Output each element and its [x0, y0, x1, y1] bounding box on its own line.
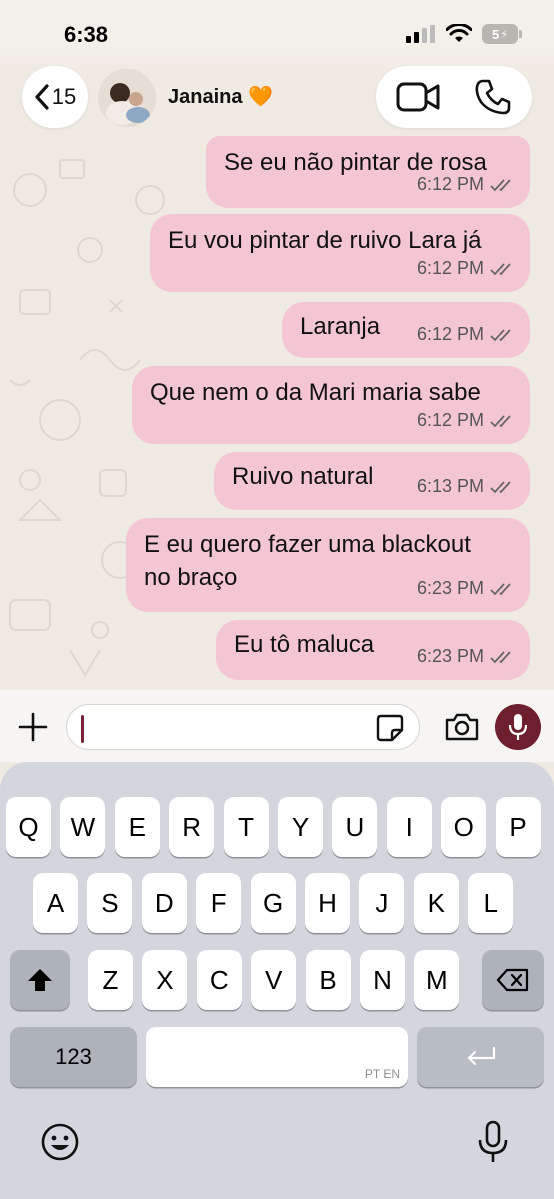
message-meta: 6:12 PM: [417, 252, 516, 285]
status-bar: 6:38 5 ⚡: [0, 0, 554, 70]
key-c[interactable]: C: [196, 950, 242, 1010]
chat-header: 15 Janaina 🧡: [0, 66, 554, 132]
key-g[interactable]: G: [250, 873, 296, 933]
battery-icon: 5 ⚡: [482, 24, 522, 44]
double-check-icon: [490, 328, 511, 341]
message-time: 6:12 PM: [416, 410, 484, 430]
contact-avatar[interactable]: [98, 69, 156, 127]
double-check-icon: [490, 262, 511, 275]
key-q[interactable]: Q: [6, 797, 51, 857]
message-bubble[interactable]: Eu tô maluca 6:23 PM: [216, 620, 530, 680]
video-camera-icon[interactable]: [396, 80, 440, 114]
message-time: 6:23 PM: [416, 578, 484, 598]
emoji-icon[interactable]: [40, 1122, 80, 1162]
delete-key[interactable]: [482, 950, 544, 1010]
numbers-key[interactable]: 123: [10, 1027, 137, 1087]
message-time: 6:23 PM: [416, 646, 484, 666]
double-check-icon: [490, 178, 511, 191]
key-x[interactable]: X: [142, 950, 188, 1010]
message-meta: 6:23 PM: [417, 572, 516, 605]
keyboard-language-label: PT EN: [364, 1067, 400, 1081]
charging-bolt-icon: ⚡: [500, 28, 508, 41]
message-bubble[interactable]: E eu quero fazer uma blackout no braço 6…: [126, 518, 530, 612]
key-r[interactable]: R: [169, 797, 215, 857]
double-check-icon: [490, 480, 511, 493]
key-t[interactable]: T: [223, 797, 269, 857]
key-u[interactable]: U: [332, 797, 378, 857]
call-actions: [376, 66, 532, 128]
shift-key[interactable]: [10, 950, 70, 1010]
message-bubble[interactable]: Que nem o da Mari maria sabe 6:12 PM: [132, 366, 530, 444]
key-i[interactable]: I: [386, 797, 432, 857]
message-time: 6:12 PM: [416, 174, 484, 194]
key-s[interactable]: S: [87, 873, 133, 933]
back-button[interactable]: 15: [22, 66, 88, 128]
message-time: 6:12 PM: [416, 258, 484, 278]
key-n[interactable]: N: [360, 950, 405, 1010]
key-k[interactable]: K: [413, 873, 459, 933]
return-key[interactable]: [417, 1027, 544, 1087]
message-bubble[interactable]: Laranja 6:12 PM: [282, 302, 530, 358]
message-meta: 6:12 PM: [417, 318, 516, 351]
microphone-icon: [508, 714, 528, 740]
message-time: 6:12 PM: [416, 324, 484, 344]
message-bubble[interactable]: Ruivo natural 6:13 PM: [214, 452, 530, 510]
return-arrow-icon: [467, 1046, 495, 1066]
double-check-icon: [490, 582, 511, 595]
key-h[interactable]: H: [305, 873, 350, 933]
unread-count: 15: [51, 84, 77, 109]
phone-icon[interactable]: [474, 78, 512, 116]
battery-level: 5: [492, 26, 500, 42]
key-z[interactable]: Z: [88, 950, 133, 1010]
wifi-icon: [446, 24, 472, 42]
cellular-signal-icon: [406, 25, 435, 43]
key-f[interactable]: F: [196, 873, 242, 933]
key-p[interactable]: P: [495, 797, 541, 857]
keyboard: 123 PT EN QWERTYUIOP ASDFGHJKL ZXCVBNM: [0, 762, 554, 1199]
message-time: 6:13 PM: [416, 476, 484, 496]
dictation-icon[interactable]: [476, 1120, 510, 1164]
message-meta: 6:12 PM: [417, 168, 516, 201]
double-check-icon: [490, 650, 511, 663]
avatar-photo: [98, 69, 156, 127]
message-bubble[interactable]: Se eu não pintar de rosa 6:12 PM: [206, 136, 530, 208]
camera-icon[interactable]: [444, 712, 480, 742]
sticker-icon[interactable]: [375, 713, 405, 743]
key-v[interactable]: V: [251, 950, 297, 1010]
message-meta: 6:23 PM: [417, 640, 516, 673]
message-composer: [0, 690, 554, 762]
key-l[interactable]: L: [468, 873, 514, 933]
plus-icon[interactable]: [18, 712, 48, 742]
key-o[interactable]: O: [441, 797, 487, 857]
key-m[interactable]: M: [414, 950, 460, 1010]
message-meta: 6:13 PM: [417, 470, 516, 503]
key-d[interactable]: D: [141, 873, 187, 933]
double-check-icon: [490, 414, 511, 427]
text-caret: [81, 715, 84, 743]
status-time: 6:38: [64, 22, 109, 47]
key-a[interactable]: A: [33, 873, 78, 933]
message-input[interactable]: [66, 704, 420, 750]
key-y[interactable]: Y: [278, 797, 323, 857]
contact-name[interactable]: Janaina 🧡: [168, 84, 273, 109]
status-icons: 5 ⚡: [406, 24, 522, 44]
chevron-left-icon: [35, 84, 49, 110]
shift-arrow-icon: [28, 969, 52, 991]
message-meta: 6:12 PM: [417, 404, 516, 437]
key-j[interactable]: J: [359, 873, 405, 933]
message-bubble[interactable]: Eu vou pintar de ruivo Lara já 6:12 PM: [150, 214, 530, 292]
backspace-icon: [496, 968, 529, 992]
key-e[interactable]: E: [114, 797, 160, 857]
microphone-button[interactable]: [495, 704, 541, 750]
key-b[interactable]: B: [305, 950, 351, 1010]
space-key[interactable]: PT EN: [146, 1027, 408, 1087]
key-w[interactable]: W: [60, 797, 106, 857]
